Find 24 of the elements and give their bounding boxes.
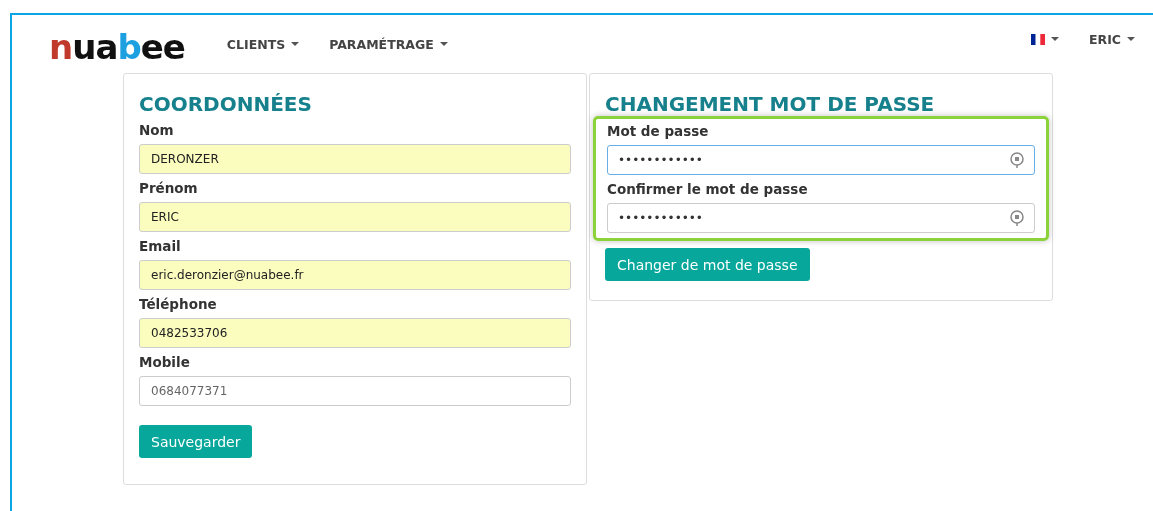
input-field[interactable]: eric.deronzier@nuabee.fr bbox=[139, 260, 571, 290]
password-field[interactable]: •••••••••••• bbox=[607, 203, 1035, 233]
field-label: Prénom bbox=[139, 180, 199, 198]
language-menu[interactable] bbox=[1031, 33, 1059, 45]
section-title: CHANGEMENT MOT DE PASSE bbox=[605, 92, 936, 116]
nuabee-logo: nuabee bbox=[49, 30, 185, 64]
section-title: COORDONNÉES bbox=[139, 92, 313, 116]
key-icon bbox=[1010, 210, 1024, 226]
key-icon bbox=[1010, 152, 1024, 168]
user-menu[interactable]: ERIC bbox=[1089, 31, 1135, 47]
input-field[interactable]: 0482533706 bbox=[139, 318, 571, 348]
password-field[interactable]: •••••••••••• bbox=[607, 145, 1035, 175]
field-label: Mobile bbox=[139, 354, 191, 372]
input-field[interactable]: DERONZER bbox=[139, 144, 571, 174]
field-label: Mot de passe bbox=[607, 123, 710, 141]
nav-menu[interactable]: CLIENTS bbox=[226, 36, 300, 52]
input-field[interactable]: 0684077371 bbox=[139, 376, 571, 406]
field-label: Confirmer le mot de passe bbox=[607, 181, 809, 199]
nav-menu[interactable]: PARAMÉTRAGE bbox=[329, 36, 448, 52]
input-field[interactable]: ERIC bbox=[139, 202, 571, 232]
french-flag-icon bbox=[1031, 33, 1045, 45]
field-label: Nom bbox=[139, 122, 175, 140]
field-label: Email bbox=[139, 238, 182, 256]
field-label: Téléphone bbox=[139, 296, 218, 314]
